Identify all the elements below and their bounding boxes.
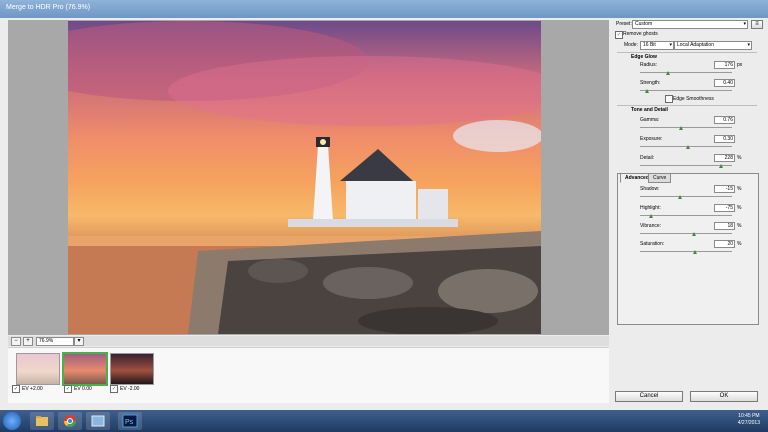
mode-bit-value: 16 Bit <box>643 42 656 48</box>
saturation-slider-track[interactable] <box>640 251 732 252</box>
vibrance-unit: % <box>737 223 742 229</box>
exposure-input[interactable]: 0.30 <box>714 135 735 143</box>
window-icon <box>91 415 105 427</box>
zoom-value: 76.9% <box>39 338 54 344</box>
radius-input[interactable]: 176 <box>714 61 735 69</box>
window-title: Merge to HDR Pro (76.9%) <box>6 4 91 11</box>
mode-label: Mode: <box>624 42 638 48</box>
gamma-input[interactable]: 0.76 <box>714 116 735 124</box>
clock-date: 4/27/2013 <box>737 420 760 426</box>
highlight-input[interactable]: -75 <box>714 204 735 212</box>
thumb-label-3: ✓ EV -2.00 <box>110 385 140 393</box>
svg-text:Ps: Ps <box>125 419 134 426</box>
saturation-label: Saturation: <box>640 241 665 247</box>
highlight-slider-track[interactable] <box>640 215 732 216</box>
title-bar[interactable]: Merge to HDR Pro (76.9%) <box>0 0 768 18</box>
detail-slider-handle[interactable] <box>718 164 723 168</box>
chrome-icon <box>64 415 76 428</box>
windows-taskbar: Ps 10:45 PM 4/27/2013 <box>0 410 768 432</box>
gamma-slider-handle[interactable] <box>679 126 684 130</box>
taskbar-chrome[interactable] <box>58 412 82 430</box>
highlight-unit: % <box>737 205 742 211</box>
start-button[interactable] <box>3 412 21 430</box>
edge-smoothness-label: Edge Smoothness <box>673 96 714 102</box>
zoom-in-button[interactable]: + <box>23 337 33 346</box>
exposure-slider-handle[interactable] <box>685 145 690 149</box>
filmstrip: ✓ EV +2.00 ✓ EV 0.00 ✓ EV -2.00 <box>8 347 609 403</box>
ok-button[interactable]: OK <box>690 391 758 402</box>
divider <box>617 52 757 53</box>
shadow-input[interactable]: -15 <box>714 185 735 193</box>
preset-label: Preset: <box>616 21 632 27</box>
radius-slider-track[interactable] <box>640 72 732 73</box>
thumbnail-ev-plus2[interactable] <box>16 353 60 385</box>
zoom-out-button[interactable]: − <box>11 337 21 346</box>
divider <box>617 105 757 106</box>
chevron-down-icon: ▾ <box>747 42 750 48</box>
exposure-label: Exposure: <box>640 136 663 142</box>
radius-unit: px <box>737 62 743 68</box>
taskbar-photoshop[interactable]: Ps <box>118 412 142 430</box>
mode-method-value: Local Adaptation <box>677 42 714 48</box>
edge-smoothness-checkbox[interactable] <box>665 95 673 103</box>
detail-input[interactable]: 228 <box>714 154 735 162</box>
chevron-down-icon: ▾ <box>669 42 672 48</box>
zoom-dropdown-button[interactable]: ▾ <box>74 337 84 346</box>
clock-time: 10:45 PM <box>738 413 760 419</box>
strength-slider-track[interactable] <box>640 90 732 91</box>
shadow-slider-track[interactable] <box>640 196 732 197</box>
gamma-slider-track[interactable] <box>640 127 732 128</box>
shadow-slider-handle[interactable] <box>677 195 682 199</box>
shadow-unit: % <box>737 186 742 192</box>
system-clock[interactable]: 10:45 PM 4/27/2013 <box>738 413 760 427</box>
vibrance-input[interactable]: 18 <box>714 222 735 230</box>
radius-slider-handle[interactable] <box>665 71 670 75</box>
taskbar-app[interactable] <box>86 412 110 430</box>
thumb-label-2: ✓ EV 0.00 <box>64 385 92 393</box>
detail-unit: % <box>737 155 742 161</box>
hdr-preview-image <box>68 21 541 334</box>
tab-curve[interactable]: Curve <box>648 173 672 183</box>
thumb-checkbox-2[interactable]: ✓ <box>64 385 72 393</box>
highlight-slider-handle[interactable] <box>649 214 654 218</box>
detail-label: Detail: <box>640 155 655 161</box>
preset-menu-button[interactable]: ≡ <box>751 20 763 29</box>
thumbnail-ev-0[interactable] <box>62 352 108 386</box>
gamma-label: Gamma: <box>640 117 660 123</box>
strength-label: Strength: <box>640 80 661 86</box>
highlight-label: Highlight: <box>640 205 661 211</box>
saturation-input[interactable]: 20 <box>714 240 735 248</box>
preset-value: Custom <box>635 21 653 27</box>
preset-select[interactable]: Custom ▾ <box>632 20 748 29</box>
shadow-label: Shadow: <box>640 186 660 192</box>
remove-ghosts-checkbox[interactable]: ✓ <box>615 31 623 39</box>
radius-label: Radius: <box>640 62 657 68</box>
zoom-select[interactable]: 76.9% <box>36 337 74 346</box>
merge-to-hdr-window: Merge to HDR Pro (76.9%) − + 76.9% ▾ ✓ E… <box>0 0 768 410</box>
edge-glow-heading: Edge Glow <box>631 54 657 60</box>
zoom-bar: − + 76.9% ▾ <box>8 336 609 346</box>
tone-detail-heading: Tone and Detail <box>631 107 668 113</box>
thumb-label-1: ✓ EV +2.00 <box>12 385 43 393</box>
vibrance-slider-track[interactable] <box>640 233 732 234</box>
thumb-checkbox-3[interactable]: ✓ <box>110 385 118 393</box>
thumb-checkbox-1[interactable]: ✓ <box>12 385 20 393</box>
strength-input[interactable]: 0.40 <box>714 79 735 87</box>
folder-icon <box>36 416 48 426</box>
thumbnail-ev-minus2[interactable] <box>110 353 154 385</box>
vibrance-slider-handle[interactable] <box>692 232 697 236</box>
taskbar-explorer[interactable] <box>30 412 54 430</box>
remove-ghosts-label: Remove ghosts <box>623 31 658 37</box>
vibrance-label: Vibrance: <box>640 223 662 229</box>
chevron-down-icon: ▾ <box>743 21 746 27</box>
lighthouse-photo <box>68 21 541 334</box>
photoshop-icon: Ps <box>122 414 138 428</box>
mode-method-select[interactable]: Local Adaptation ▾ <box>674 41 752 50</box>
mode-bit-select[interactable]: 16 Bit ▾ <box>640 41 674 50</box>
saturation-unit: % <box>737 241 742 247</box>
strength-slider-handle[interactable] <box>645 89 650 93</box>
cancel-button[interactable]: Cancel <box>615 391 683 402</box>
saturation-slider-handle[interactable] <box>693 250 698 254</box>
